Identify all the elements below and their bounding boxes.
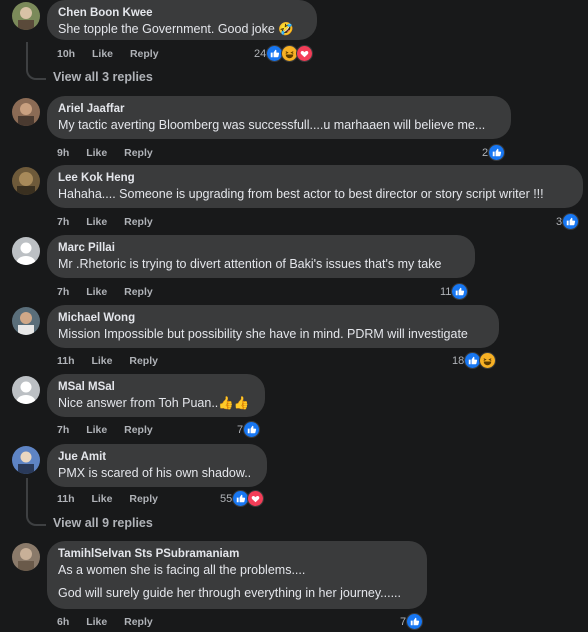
avatar[interactable]	[12, 376, 40, 404]
comment-text: She topple the Government. Good joke 🤣	[58, 22, 294, 36]
reply-button[interactable]: Reply	[124, 147, 153, 159]
comment-text: Mission Impossible but possibility she h…	[58, 327, 468, 341]
avatar[interactable]	[12, 307, 40, 335]
like-button[interactable]: Like	[86, 216, 107, 228]
avatar[interactable]	[12, 167, 40, 195]
reply-button[interactable]: Reply	[124, 286, 153, 298]
like-icon	[451, 283, 469, 300]
timestamp[interactable]: 9h	[57, 147, 69, 159]
avatar[interactable]	[12, 543, 40, 571]
reply-button[interactable]: Reply	[129, 355, 158, 367]
like-icon	[562, 213, 580, 230]
reaction-summary[interactable]: 7	[400, 613, 424, 630]
view-replies-link[interactable]: View all 3 replies	[53, 70, 153, 84]
like-button[interactable]: Like	[86, 286, 107, 298]
view-replies-link[interactable]: View all 9 replies	[53, 516, 153, 530]
commenter-name[interactable]: Jue Amit	[58, 450, 255, 465]
comment-bubble: MSal MSal Nice answer from Toh Puan..👍👍	[47, 374, 265, 417]
like-button[interactable]: Like	[86, 424, 107, 436]
timestamp[interactable]: 10h	[57, 48, 75, 60]
reaction-count: 11	[440, 285, 452, 298]
commenter-name[interactable]: MSal MSal	[58, 380, 253, 395]
comment-actions: 10h Like Reply	[57, 48, 173, 60]
comment-text: Mr .Rhetoric is trying to divert attenti…	[58, 257, 442, 271]
reply-button[interactable]: Reply	[124, 616, 153, 628]
commenter-name[interactable]: Chen Boon Kwee	[58, 6, 305, 21]
avatar[interactable]	[12, 446, 40, 474]
reaction-summary[interactable]: 18	[452, 352, 497, 369]
comment-actions: 7h Like Reply	[57, 286, 167, 298]
comment-text: My tactic averting Bloomberg was success…	[58, 118, 486, 132]
reply-button[interactable]: Reply	[130, 48, 159, 60]
comment-actions: 11h Like Reply	[57, 355, 172, 367]
commenter-name[interactable]: Lee Kok Heng	[58, 171, 571, 186]
reaction-summary[interactable]: 3	[556, 213, 580, 230]
love-icon	[247, 490, 265, 507]
reply-button[interactable]: Reply	[124, 216, 153, 228]
comment-bubble: Chen Boon Kwee She topple the Government…	[47, 0, 317, 40]
comment-actions: 9h Like Reply	[57, 147, 167, 159]
timestamp[interactable]: 11h	[57, 493, 75, 505]
comment-actions: 7h Like Reply	[57, 424, 167, 436]
thread-line	[26, 478, 46, 526]
comment-text: Hahaha.... Someone is upgrading from bes…	[58, 187, 544, 201]
reaction-summary[interactable]: 11	[440, 283, 469, 300]
avatar[interactable]	[12, 98, 40, 126]
reaction-summary[interactable]: 55	[220, 490, 265, 507]
like-icon	[488, 144, 506, 161]
comment-bubble: Ariel Jaaffar My tactic averting Bloombe…	[47, 96, 511, 139]
comment-text: God will surely guide her through everyt…	[58, 586, 402, 600]
comment-actions: 7h Like Reply	[57, 216, 167, 228]
like-button[interactable]: Like	[92, 48, 113, 60]
reply-button[interactable]: Reply	[129, 493, 158, 505]
commenter-name[interactable]: Ariel Jaaffar	[58, 102, 499, 117]
like-button[interactable]: Like	[86, 616, 107, 628]
love-icon	[296, 45, 314, 62]
like-button[interactable]: Like	[91, 493, 112, 505]
reaction-count: 18	[452, 354, 465, 367]
haha-icon	[479, 352, 497, 369]
commenter-name[interactable]: TamihlSelvan Sts PSubramaniam	[58, 547, 415, 562]
thread-line	[26, 42, 46, 80]
reaction-summary[interactable]: 7	[237, 421, 261, 438]
like-button[interactable]: Like	[91, 355, 112, 367]
reaction-count: 24	[254, 47, 267, 60]
commenter-name[interactable]: Michael Wong	[58, 311, 487, 326]
reaction-summary[interactable]: 2	[482, 144, 506, 161]
comment-actions: 11h Like Reply	[57, 493, 172, 505]
comment-text: As a women she is facing all the problem…	[58, 563, 306, 577]
comment-bubble: TamihlSelvan Sts PSubramaniam As a women…	[47, 541, 427, 609]
comment-actions: 6h Like Reply	[57, 616, 167, 628]
timestamp[interactable]: 7h	[57, 286, 69, 298]
reaction-summary[interactable]: 24	[254, 45, 314, 62]
like-button[interactable]: Like	[86, 147, 107, 159]
timestamp[interactable]: 7h	[57, 216, 69, 228]
comment-bubble: Marc Pillai Mr .Rhetoric is trying to di…	[47, 235, 475, 278]
avatar[interactable]	[12, 237, 40, 265]
comment-bubble: Jue Amit PMX is scared of his own shadow…	[47, 444, 267, 487]
timestamp[interactable]: 6h	[57, 616, 69, 628]
reaction-count: 55	[220, 492, 233, 505]
timestamp[interactable]: 7h	[57, 424, 69, 436]
like-icon	[243, 421, 261, 438]
comment-bubble: Michael Wong Mission Impossible but poss…	[47, 305, 499, 348]
comment-bubble: Lee Kok Heng Hahaha.... Someone is upgra…	[47, 165, 583, 208]
reply-button[interactable]: Reply	[124, 424, 153, 436]
timestamp[interactable]: 11h	[57, 355, 75, 367]
avatar[interactable]	[12, 2, 40, 30]
like-icon	[406, 613, 424, 630]
comment-text: Nice answer from Toh Puan..👍👍	[58, 396, 250, 410]
commenter-name[interactable]: Marc Pillai	[58, 241, 463, 256]
comment-text: PMX is scared of his own shadow..	[58, 466, 252, 480]
